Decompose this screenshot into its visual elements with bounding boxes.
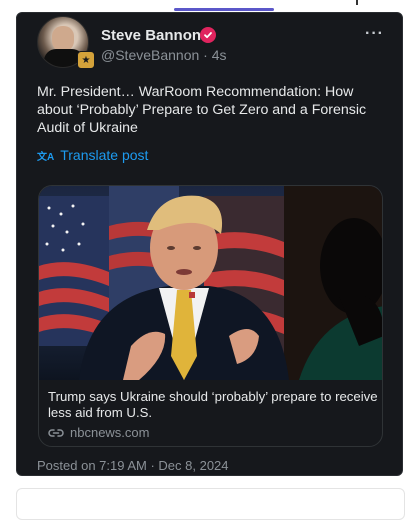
link-domain: nbcnews.com [70, 425, 150, 440]
cropped-edge-fragment [350, 0, 358, 5]
author-handle[interactable]: @SteveBannon [101, 47, 199, 63]
link-icon [48, 428, 64, 437]
author-name[interactable]: Steve Bannon [101, 27, 201, 44]
post-timestamp[interactable]: Posted on 7:19 AM · Dec 8, 2024 [37, 458, 229, 473]
author-handle-line: @SteveBannon · 4s [101, 47, 227, 63]
news-photo [39, 186, 382, 380]
translate-post-link[interactable]: 文A Translate post [37, 147, 148, 163]
next-card-edge [16, 488, 405, 520]
link-headline: Trump says Ukraine should ‘probably’ pre… [48, 389, 378, 420]
separator-dot: · [203, 47, 212, 63]
translate-label: Translate post [60, 147, 149, 163]
link-preview-card[interactable]: Trump says Ukraine should ‘probably’ pre… [38, 185, 383, 447]
post-text: Mr. President… WarRoom Recommendation: H… [37, 84, 367, 136]
affiliate-badge-icon: ★ [77, 51, 95, 69]
post-card[interactable]: ★ Steve Bannon @SteveBannon · 4s ··· Mr.… [16, 12, 403, 476]
checkmark-icon [204, 32, 212, 39]
more-options-icon[interactable]: ··· [365, 25, 384, 43]
active-tab-indicator [174, 8, 274, 11]
post-time-ago[interactable]: 4s [212, 47, 227, 63]
flag-left [39, 196, 109, 346]
link-preview-image[interactable] [39, 186, 382, 380]
link-domain-row: nbcnews.com [48, 425, 149, 440]
verified-badge-icon[interactable] [200, 27, 216, 43]
translate-icon: 文A [37, 151, 55, 163]
